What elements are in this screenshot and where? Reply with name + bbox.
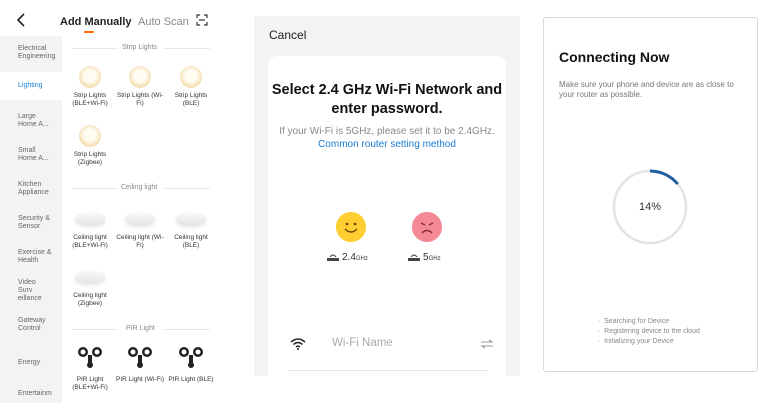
pir-light-icon (128, 347, 152, 368)
device-item[interactable]: Ceiling light (Zigbee) (65, 264, 115, 308)
add-device-header: Add Manually Auto Scan (0, 0, 222, 40)
sidebar-item-security[interactable]: Security & Sensor (0, 208, 62, 238)
sidebar-item-small-home[interactable]: Small Home A... (0, 140, 62, 170)
router-icon (408, 254, 420, 262)
band-24-unit: GHz (355, 256, 368, 262)
step-label: Registering device to the cloud (604, 328, 700, 335)
step-item: ◦ Initializing your Device (598, 338, 674, 345)
device-label: Strip Lights (BLE+Wi-Fi) (72, 92, 108, 107)
device-item[interactable]: PIR Light (BLE+Wi-Fi) (65, 345, 115, 392)
pir-light-icon (78, 347, 102, 368)
step-item: ◦ Registering device to the cloud (598, 328, 700, 335)
section-title-ceiling-light: Ceiling light (121, 184, 158, 191)
wifi-field-underline (288, 370, 488, 371)
add-device-panel: Add Manually Auto Scan Electrical Engine… (0, 0, 222, 403)
tab-active-indicator (84, 31, 94, 33)
section-title-strip-lights: Strip Lights (122, 44, 158, 51)
category-sidebar: Electrical Engineering Lighting Large Ho… (0, 36, 62, 403)
strip-light-icon (79, 125, 101, 147)
happy-face-icon (336, 212, 366, 242)
sidebar-item-large-home[interactable]: Large Home A... (0, 106, 62, 136)
section-divider (72, 48, 118, 49)
wifi-icon (290, 338, 306, 350)
step-item: ◦ Searching for Device (598, 318, 669, 325)
step-bullet-icon: ◦ (598, 339, 601, 345)
device-label: PIR Light (Wi-Fi) (115, 376, 165, 383)
wifi-subtitle: If your Wi-Fi is 5GHz, please set it to … (268, 125, 506, 151)
device-label: Ceiling light (BLE+Wi-Fi) (72, 234, 108, 249)
pir-light-icon (179, 347, 203, 368)
strip-light-icon (129, 66, 151, 88)
sidebar-item-electrical-engineering[interactable]: Electrical Engineering (0, 36, 62, 70)
ceiling-light-icon (75, 270, 105, 284)
device-item[interactable]: Strip Lights (Zigbee) (65, 125, 115, 167)
device-item[interactable]: Ceiling light (BLE+Wi-Fi) (65, 206, 115, 250)
section-divider (164, 48, 210, 49)
device-label: Ceiling light (Zigbee) (73, 292, 107, 307)
device-label: Ceiling light (BLE) (174, 234, 208, 249)
device-item[interactable]: Strip Lights (BLE+Wi-Fi) (65, 66, 115, 108)
tab-add-manually[interactable]: Add Manually (60, 16, 132, 28)
sidebar-item-video[interactable]: Video Surv eillance (0, 276, 62, 306)
device-label: PIR Light (BLE+Wi-Fi) (72, 376, 108, 391)
step-bullet-icon: ◦ (598, 329, 601, 335)
wifi-setup-panel: Cancel Select 2.4 GHz Wi-Fi Network and … (254, 16, 520, 376)
device-item[interactable]: Strip Lights (Wi-Fi) (115, 66, 165, 108)
ceiling-light-icon (125, 212, 155, 226)
wifi-name-field[interactable]: Wi-Fi Name (290, 335, 494, 355)
device-label: PIR Light (BLE) (168, 376, 214, 383)
device-item[interactable]: PIR Light (BLE) (166, 345, 216, 384)
device-item[interactable]: Strip Lights (BLE) (166, 66, 216, 108)
cancel-button[interactable]: Cancel (269, 28, 306, 42)
step-label: Initializing your Device (604, 338, 674, 345)
wifi-name-placeholder: Wi-Fi Name (332, 337, 393, 349)
connecting-panel: Connecting Now Make sure your phone and … (543, 17, 758, 372)
progress-percent: 14% (638, 201, 662, 213)
band-24ghz: 2.4GHz (327, 252, 368, 263)
section-title-pir-light: PIR Light (126, 325, 155, 332)
scan-icon[interactable] (196, 14, 208, 26)
section-divider (164, 188, 210, 189)
sidebar-item-exercise[interactable]: Exercise & Health (0, 242, 62, 272)
sidebar-item-lighting[interactable]: Lighting (0, 72, 62, 100)
ceiling-light-icon (176, 212, 206, 226)
device-label: Strip Lights (BLE) (174, 92, 208, 107)
band-24-value: 2.4 (342, 252, 356, 263)
switch-network-icon[interactable] (480, 339, 494, 349)
back-arrow-icon[interactable] (16, 13, 26, 27)
connecting-subtitle: Make sure your phone and device are as c… (559, 80, 734, 99)
strip-light-icon (79, 66, 101, 88)
step-bullet-icon: ◦ (598, 319, 601, 325)
connecting-title: Connecting Now (559, 49, 670, 65)
band-5ghz: 5GHz (408, 252, 441, 263)
band-5-unit: GHz (428, 256, 441, 262)
sidebar-item-gateway[interactable]: Gateway Control (0, 310, 62, 340)
step-label: Searching for Device (604, 318, 670, 325)
device-item[interactable]: PIR Light (Wi-Fi) (115, 345, 165, 384)
sidebar-item-energy[interactable]: Energy (0, 348, 62, 378)
device-label: Ceiling light (Wi-Fi) (116, 234, 164, 249)
device-item[interactable]: Ceiling light (Wi-Fi) (115, 206, 165, 250)
sad-face-icon (412, 212, 442, 242)
router-setting-link[interactable]: Common router setting method (318, 139, 456, 150)
ceiling-light-icon (75, 212, 105, 226)
strip-light-icon (180, 66, 202, 88)
sidebar-item-kitchen[interactable]: Kitchen Appliance (0, 174, 62, 204)
wifi-title: Select 2.4 GHz Wi-Fi Network and enter p… (271, 82, 503, 117)
wifi-card: Select 2.4 GHz Wi-Fi Network and enter p… (268, 56, 506, 376)
wifi-subtitle-text: If your Wi-Fi is 5GHz, please set it to … (279, 126, 495, 137)
section-divider (72, 188, 118, 189)
router-icon (327, 254, 339, 262)
device-label: Strip Lights (Wi-Fi) (116, 92, 164, 107)
tab-auto-scan[interactable]: Auto Scan (138, 16, 189, 28)
device-item[interactable]: Ceiling light (BLE) (166, 206, 216, 250)
device-label: Strip Lights (Zigbee) (73, 151, 107, 166)
sidebar-item-entertainment[interactable]: Entertainm (0, 380, 62, 403)
section-divider (164, 329, 210, 330)
section-divider (72, 329, 118, 330)
